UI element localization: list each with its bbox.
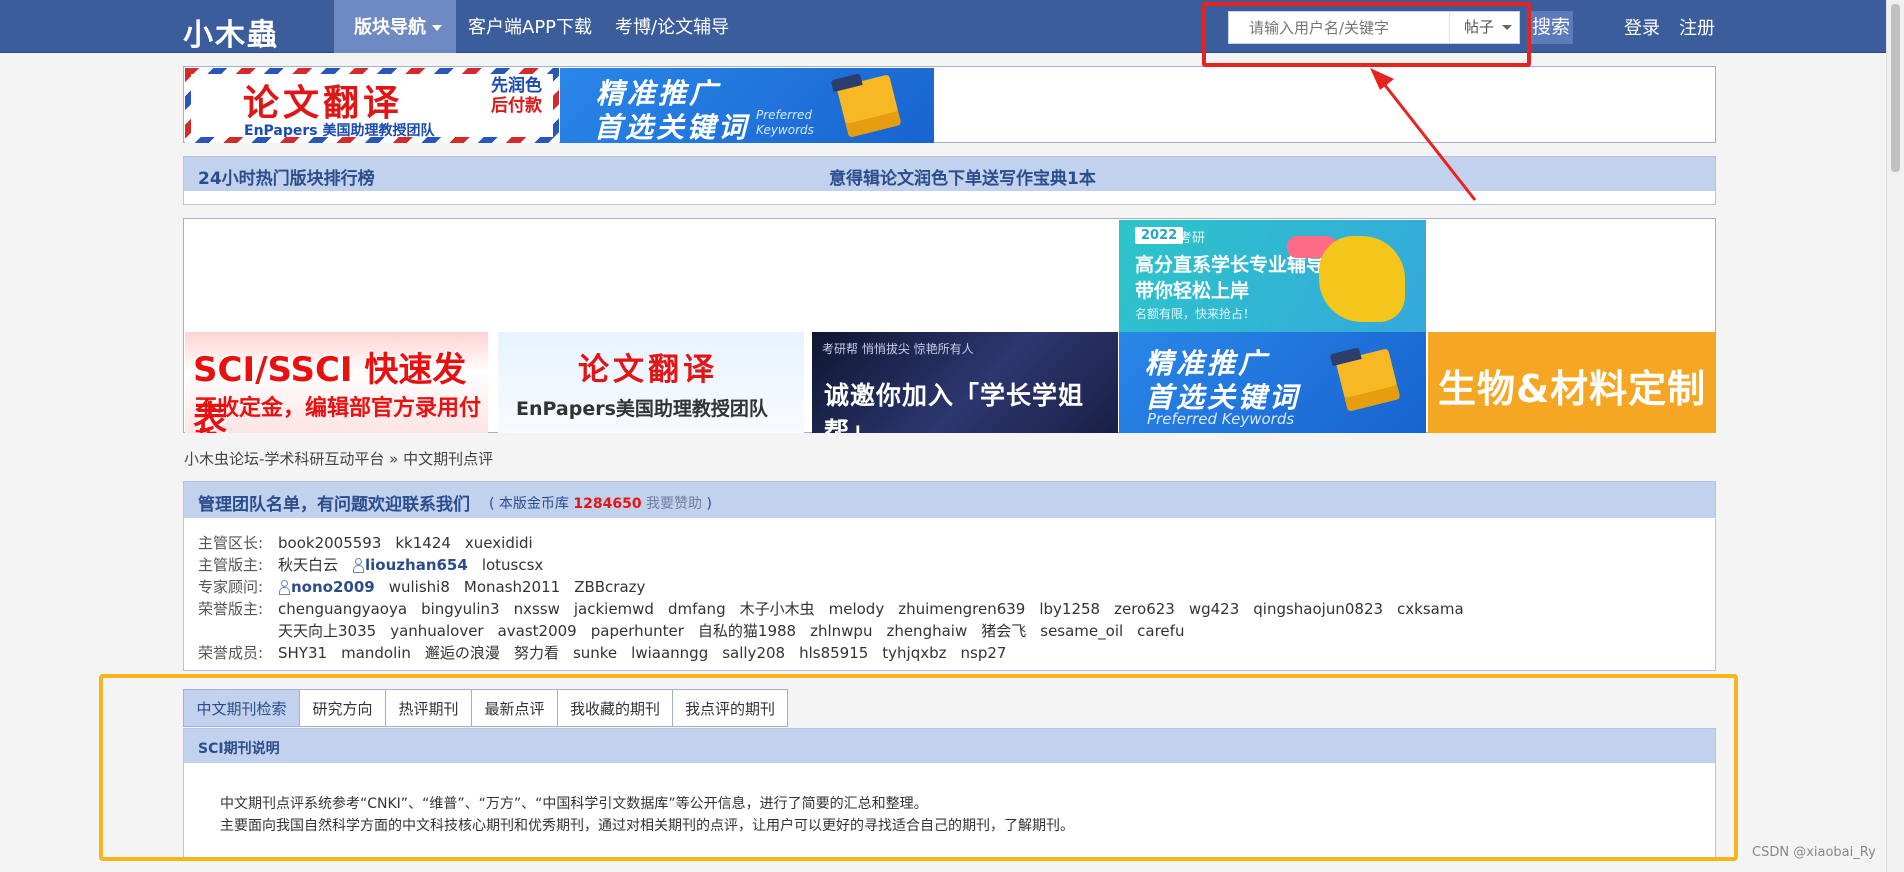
- watermark: CSDN @xiaobai_Ry: [1752, 845, 1876, 860]
- page-scrollbar[interactable]: [1886, 0, 1904, 872]
- annotation-arrow: [1370, 68, 1477, 201]
- scrollbar-thumb[interactable]: [1891, 4, 1900, 172]
